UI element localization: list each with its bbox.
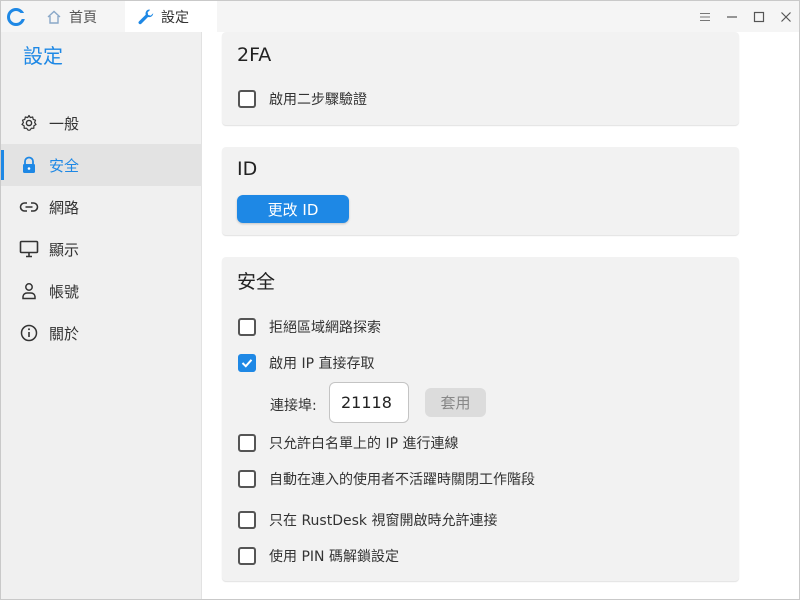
sidebar: 設定 一般 安全 網路 顯示 帳號 關於 bbox=[1, 32, 202, 599]
lock-icon bbox=[19, 155, 39, 175]
port-input[interactable]: 21118 bbox=[329, 382, 409, 423]
twofa-card: 2FA 啟用二步驟驗證 bbox=[222, 32, 739, 125]
twofa-enable-label: 啟用二步驟驗證 bbox=[269, 92, 367, 108]
sidebar-item-label: 一般 bbox=[49, 114, 80, 133]
sidebar-item-label: 顯示 bbox=[49, 240, 80, 259]
window-controls bbox=[691, 1, 799, 32]
auto-close-inactive-label: 自動在連入的使用者不活躍時關閉工作階段 bbox=[269, 472, 535, 488]
allow-only-window-open-label: 只在 RustDesk 視窗開啟時允許連接 bbox=[269, 513, 498, 529]
tab-home-label: 首頁 bbox=[69, 9, 97, 26]
menu-icon[interactable] bbox=[691, 1, 718, 32]
twofa-enable-checkbox[interactable] bbox=[238, 90, 256, 108]
auto-close-inactive-row[interactable]: 自動在連入的使用者不活躍時關閉工作階段 bbox=[238, 469, 535, 489]
direct-ip-access-row[interactable]: 啟用 IP 直接存取 bbox=[238, 353, 374, 373]
sidebar-item-network[interactable]: 網路 bbox=[1, 186, 202, 228]
whitelist-only-label: 只允許白名單上的 IP 進行連線 bbox=[269, 436, 459, 452]
checkmark-icon bbox=[241, 359, 253, 368]
deny-lan-discovery-checkbox[interactable] bbox=[238, 318, 256, 336]
tab-settings[interactable]: 設定 bbox=[125, 1, 217, 32]
direct-ip-access-checkbox[interactable] bbox=[238, 354, 256, 372]
id-title: ID bbox=[237, 158, 258, 180]
wrench-icon bbox=[137, 8, 155, 26]
apply-button[interactable]: 套用 bbox=[425, 388, 486, 417]
maximize-icon[interactable] bbox=[745, 1, 772, 32]
close-icon[interactable] bbox=[772, 1, 799, 32]
sidebar-item-security[interactable]: 安全 bbox=[1, 144, 202, 186]
sidebar-item-label: 關於 bbox=[49, 324, 80, 343]
security-title: 安全 bbox=[237, 271, 276, 293]
settings-content: 2FA 啟用二步驟驗證 ID 更改 ID 安全 拒絕區域網路探索 啟用 IP 直… bbox=[202, 32, 799, 599]
info-icon bbox=[19, 323, 39, 343]
whitelist-only-checkbox[interactable] bbox=[238, 434, 256, 452]
security-card: 安全 拒絕區域網路探索 啟用 IP 直接存取 連接埠: 21118 套用 只允許… bbox=[222, 257, 739, 581]
monitor-icon bbox=[19, 239, 39, 259]
sidebar-item-display[interactable]: 顯示 bbox=[1, 228, 202, 270]
deny-lan-discovery-row[interactable]: 拒絕區域網路探索 bbox=[238, 317, 381, 337]
tab-home[interactable]: 首頁 bbox=[33, 1, 125, 32]
sidebar-item-about[interactable]: 關於 bbox=[1, 312, 202, 354]
twofa-title: 2FA bbox=[237, 44, 272, 66]
whitelist-only-row[interactable]: 只允許白名單上的 IP 進行連線 bbox=[238, 433, 458, 453]
person-icon bbox=[19, 281, 39, 301]
pin-unlock-checkbox[interactable] bbox=[238, 547, 256, 565]
id-card: ID 更改 ID bbox=[222, 147, 739, 235]
rustdesk-logo-icon bbox=[7, 7, 26, 26]
port-label: 連接埠: bbox=[270, 398, 317, 414]
allow-only-window-open-checkbox[interactable] bbox=[238, 511, 256, 529]
pin-unlock-label: 使用 PIN 碼解鎖設定 bbox=[269, 549, 399, 565]
minimize-icon[interactable] bbox=[718, 1, 745, 32]
sidebar-item-label: 帳號 bbox=[49, 282, 80, 301]
app-window: 首頁 設定 設定 一般 安全 網路 顯示 帳號 關於 2FA 啟用二步驟驗證 I… bbox=[0, 0, 800, 600]
gear-icon bbox=[19, 113, 39, 133]
tab-settings-label: 設定 bbox=[161, 9, 189, 26]
sidebar-item-label: 安全 bbox=[49, 156, 80, 175]
sidebar-title: 設定 bbox=[23, 44, 63, 68]
deny-lan-discovery-label: 拒絕區域網路探索 bbox=[269, 320, 381, 336]
allow-only-window-open-row[interactable]: 只在 RustDesk 視窗開啟時允許連接 bbox=[238, 510, 497, 530]
twofa-enable-row[interactable]: 啟用二步驟驗證 bbox=[238, 89, 367, 109]
direct-ip-access-label: 啟用 IP 直接存取 bbox=[269, 356, 375, 372]
sidebar-item-account[interactable]: 帳號 bbox=[1, 270, 202, 312]
sidebar-item-label: 網路 bbox=[49, 198, 80, 217]
title-bar: 首頁 設定 bbox=[1, 1, 799, 32]
home-icon bbox=[45, 8, 63, 26]
link-icon bbox=[19, 197, 39, 217]
pin-unlock-row[interactable]: 使用 PIN 碼解鎖設定 bbox=[238, 546, 399, 566]
change-id-button[interactable]: 更改 ID bbox=[237, 195, 349, 223]
auto-close-inactive-checkbox[interactable] bbox=[238, 470, 256, 488]
sidebar-item-general[interactable]: 一般 bbox=[1, 102, 202, 144]
